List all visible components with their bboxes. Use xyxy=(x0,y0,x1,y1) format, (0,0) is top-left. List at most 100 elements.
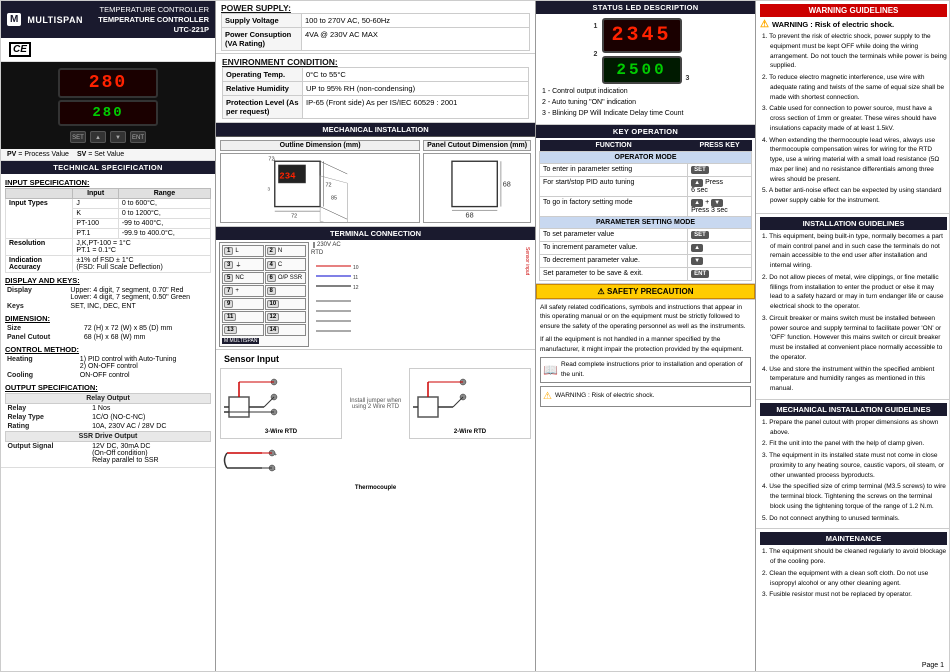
term-4: 4C xyxy=(265,258,307,271)
model-title: TEMPERATURE CONTROLLER TEMPERATURE CONTR… xyxy=(89,5,209,34)
dimension-section: Outline Dimension (mm) 234 72 xyxy=(216,137,535,227)
heating-label: Heating xyxy=(5,355,78,371)
panel-cutout-label: Panel Cutout xyxy=(5,333,82,342)
output-signal-val: 12V DC, 30mA DC(On-Off condition)Relay p… xyxy=(90,442,210,466)
key-decrement-func: To decrement parameter value. xyxy=(540,254,688,267)
power-consump-val: 4VA @ 230V AC MAX xyxy=(302,28,530,51)
sensor-input-label-vertical: Sensor input xyxy=(524,247,530,275)
inc-button-display[interactable]: ▲ xyxy=(90,131,106,143)
svg-text:+: + xyxy=(274,452,277,458)
safety-warning-text: WARNING : Risk of electric shock. xyxy=(555,391,654,401)
warning-guidelines-section: WARNING GUIDELINES ⚠ WARNING : Risk of e… xyxy=(756,1,950,214)
svg-text:72: 72 xyxy=(326,183,332,189)
set-button-display[interactable]: SET xyxy=(70,131,86,143)
rtd-2wire-svg xyxy=(413,372,493,427)
mech-install-guidelines-header: MECHANICAL INSTALLATION GUIDELINES xyxy=(760,403,947,416)
operator-mode-header: OPERATOR MODE xyxy=(540,151,752,163)
installation-guidelines-section: INSTALLATION GUIDELINES 1. This equipmen… xyxy=(756,214,950,400)
brand-logo-m: M xyxy=(7,13,21,26)
rtd-3wire-diagram: 3-Wire RTD xyxy=(220,368,342,439)
term-5: 5NC xyxy=(222,272,264,284)
set-key-btn2[interactable]: SET xyxy=(691,231,709,239)
supply-voltage-label: Supply Voltage xyxy=(222,14,302,28)
term-13: 13 xyxy=(222,324,264,336)
key-enter-param-func: To enter in parameter setting xyxy=(540,163,688,176)
warning-guidelines-header: WARNING GUIDELINES xyxy=(760,4,947,17)
up-key-btn2[interactable]: ▲ xyxy=(691,244,703,252)
down-key-btn[interactable]: ▼ xyxy=(711,199,723,207)
status-led-section: 1 2345 2 2500 3 1 - Control output indic… xyxy=(536,14,755,125)
press-key-col-header: PRESS KEY xyxy=(688,140,752,152)
maint-point-1: 1. The equipment should be cleaned regul… xyxy=(762,547,947,567)
status-legend: 1 - Control output indication 2 - Auto t… xyxy=(542,86,749,120)
sv-label: SV = Set Value xyxy=(77,151,124,158)
status-legend-1: 1 - Control output indication xyxy=(542,86,749,97)
term-14: 14 xyxy=(265,324,307,336)
set-key-btn[interactable]: SET xyxy=(691,166,709,174)
control-table: Heating 1) PID control with Auto-Tuning2… xyxy=(5,355,211,380)
svg-text:234: 234 xyxy=(279,170,296,181)
svg-text:72: 72 xyxy=(291,213,297,219)
outline-dim-box: Outline Dimension (mm) 234 72 xyxy=(220,140,420,223)
env-table: Operating Temp. 0°C to 55°C Relative Hum… xyxy=(222,67,529,119)
input-types-table: Input Range Input Types J 0 to 600°C, K … xyxy=(5,188,211,273)
key-save-func: Set parameter to be save & exit. xyxy=(540,267,688,280)
func-col-header: FUNCTION xyxy=(540,140,688,152)
book-icon: 📖 xyxy=(543,361,558,379)
safety-text2: If all the equipment is not handled in a… xyxy=(540,335,751,355)
relay-type-label: Relay Type xyxy=(6,413,91,422)
warning-point-5: 5. A better anti-noise effect can be exp… xyxy=(762,186,947,206)
dec-button-display[interactable]: ▼ xyxy=(110,131,126,143)
key-table: FUNCTION PRESS KEY OPERATOR MODE To ente… xyxy=(539,140,752,281)
env-section: ENVIRONMENT CONDITION: Operating Temp. 0… xyxy=(216,54,535,123)
status-legend-2: 2 - Auto tuning "ON" indication xyxy=(542,97,749,108)
range-header: Range xyxy=(118,189,210,199)
install-point-4: 4. Use and store the instrument within t… xyxy=(762,365,947,394)
sv-status-display: 2500 xyxy=(602,56,682,84)
warning-points: 1. To prevent the risk of electric shock… xyxy=(760,32,947,206)
key-pid-key: ▲ Press6 sec xyxy=(688,176,752,196)
display-label: Display xyxy=(5,286,68,302)
svg-text:72: 72 xyxy=(268,156,274,162)
maintenance-points: 1. The equipment should be cleaned regul… xyxy=(760,545,947,600)
up-down-key-btn[interactable]: ▲ xyxy=(691,199,703,207)
input-header: Input xyxy=(73,189,118,199)
relay-val: 1 Nos xyxy=(90,404,210,414)
relay-label: Relay xyxy=(6,404,91,414)
pv-display: 280 xyxy=(58,68,158,98)
power-consump-label: Power Consuption (VA Rating) xyxy=(222,28,302,51)
thermocouple-section: + - Thermocouple xyxy=(220,441,531,493)
safety-warning-box: ⚠ WARNING : Risk of electric shock. xyxy=(540,386,751,407)
multispan-logo-terminal: M MULTISPAN xyxy=(222,338,306,344)
terminal-left: 1L 2N 3⏚ 4C 5NC 6O/P SSR 7+ 8 9 10 11 12… xyxy=(219,242,309,347)
rel-humidity-label: Relative Humidity xyxy=(223,82,303,96)
column-4: WARNING GUIDELINES ⚠ WARNING : Risk of e… xyxy=(756,1,950,671)
status-num-1: 1 xyxy=(594,23,598,30)
display-table: Display Upper: 4 digit, 7 segment, 0.70"… xyxy=(5,286,211,311)
term-6: 6O/P SSR xyxy=(265,272,307,284)
protection-level-label: Protection Level (As per request) xyxy=(223,96,303,119)
input-col-header xyxy=(6,189,73,199)
relay-output-table: Relay Output Relay 1 Nos Relay Type 1C/O… xyxy=(5,393,211,465)
warning-point-2: 2. To reduce electro magnetic interferen… xyxy=(762,73,947,102)
display-keys-title: DISPLAY AND KEYS: xyxy=(5,276,211,285)
key-increment-func: To increment parameter value. xyxy=(540,241,688,254)
page-number: Page 1 xyxy=(922,662,944,669)
ent-button-display[interactable]: ENT xyxy=(130,131,146,143)
ssr-title: SSR Drive Output xyxy=(6,432,211,442)
up-key-btn[interactable]: ▲ xyxy=(691,179,703,187)
svg-text:11: 11 xyxy=(353,275,358,281)
status-display-col: 1 2345 2 2500 xyxy=(602,18,682,84)
input-j: J xyxy=(73,199,118,209)
control-method-title: CONTROL METHOD: xyxy=(5,345,211,354)
svg-text:-: - xyxy=(274,467,276,473)
header-bar: M MULTISPAN TEMPERATURE CONTROLLER TEMPE… xyxy=(1,1,215,38)
down-key-btn2[interactable]: ▼ xyxy=(691,257,703,265)
ent-key-btn[interactable]: ENT xyxy=(691,270,709,278)
range-pt100: -99 to 400°C, xyxy=(118,219,210,229)
panel-cutout-svg: 68 68 xyxy=(424,154,530,222)
install-point-2: 2. Do not allow pieces of metal, wire cl… xyxy=(762,273,947,312)
heating-val: 1) PID control with Auto-Tuning2) ON-OFF… xyxy=(78,355,211,371)
ce-mark: CE xyxy=(9,42,31,57)
install-point-3: 3. Circuit breaker or mains switch must … xyxy=(762,314,947,363)
